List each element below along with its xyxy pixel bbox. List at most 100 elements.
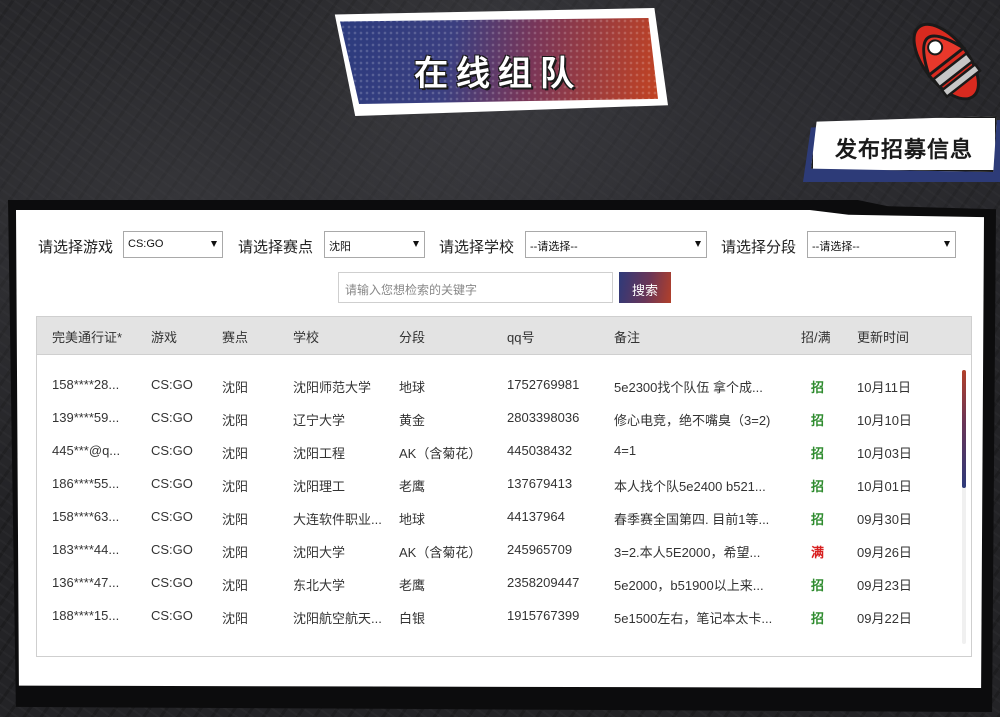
cell-pass: 445***@q... xyxy=(52,443,121,458)
cell-note: 本人找个队5e2400 b521... xyxy=(614,479,766,494)
cell-school: 辽宁大学 xyxy=(293,413,346,428)
cell-rank: AK（含菊花） xyxy=(399,545,482,560)
cell-rank: 地球 xyxy=(399,380,426,395)
cell-note: 4=1 xyxy=(614,443,637,458)
cell-status: 招 xyxy=(811,380,825,395)
chevron-down-icon xyxy=(211,241,217,247)
cell-pass: 158****28... xyxy=(52,377,120,392)
page-title-banner: 在线组队 xyxy=(328,8,668,118)
chevron-down-icon xyxy=(695,241,701,247)
cell-updated: 10月01日 xyxy=(857,479,912,494)
table-scrollbar-thumb[interactable] xyxy=(962,370,966,488)
column-header-qq: qq号 xyxy=(507,330,535,345)
cell-school: 沈阳工程 xyxy=(293,446,346,461)
cell-note: 5e2300找个队伍 拿个成... xyxy=(614,380,763,395)
cell-game: CS:GO xyxy=(151,443,193,458)
game-select[interactable]: CS:GO xyxy=(123,231,223,258)
cell-school: 沈阳师范大学 xyxy=(293,380,372,395)
cell-updated: 09月22日 xyxy=(857,611,912,626)
table-row[interactable]: 186****55... CS:GO 沈阳 沈阳理工 老鹰 137679413 … xyxy=(37,468,963,501)
cell-pass: 136****47... xyxy=(52,575,120,590)
column-header-rank: 分段 xyxy=(399,330,426,345)
column-header-venue: 赛点 xyxy=(222,330,249,345)
cell-status: 招 xyxy=(811,479,825,494)
cell-status: 招 xyxy=(811,413,825,428)
school-filter-label: 请选择学校 xyxy=(439,239,515,256)
rank-filter-label: 请选择分段 xyxy=(721,239,797,256)
game-filter-label: 请选择游戏 xyxy=(38,239,114,256)
chevron-down-icon xyxy=(413,241,419,247)
cell-note: 3=2.本人5E2000，希望... xyxy=(614,545,761,560)
cell-game: CS:GO xyxy=(151,608,193,623)
table-header: 完美通行证* 游戏 赛点 学校 分段 qq号 备注 招/满 更新时间 xyxy=(37,317,971,355)
cell-qq: 44137964 xyxy=(507,509,565,524)
cell-updated: 10月03日 xyxy=(857,446,912,461)
rocket-icon xyxy=(912,22,982,101)
table-row[interactable]: 158****63... CS:GO 沈阳 大连软件职业... 地球 44137… xyxy=(37,501,963,534)
school-select[interactable]: --请选择-- xyxy=(525,231,707,258)
cell-note: 春季赛全国第四. 目前1等... xyxy=(614,512,770,527)
cell-updated: 09月26日 xyxy=(857,545,912,560)
cell-venue: 沈阳 xyxy=(222,545,249,560)
column-header-updated: 更新时间 xyxy=(857,330,910,345)
cell-note: 5e1500左右，笔记本太卡... xyxy=(614,611,773,626)
cell-note: 5e2000，b51900以上来... xyxy=(614,578,764,593)
cell-updated: 10月11日 xyxy=(857,380,911,395)
cell-game: CS:GO xyxy=(151,509,193,524)
cell-rank: 黄金 xyxy=(399,413,426,428)
cell-venue: 沈阳 xyxy=(222,578,249,593)
cell-game: CS:GO xyxy=(151,542,193,557)
cell-venue: 沈阳 xyxy=(222,479,249,494)
cell-pass: 158****63... xyxy=(52,509,120,524)
team-table: 完美通行证* 游戏 赛点 学校 分段 qq号 备注 招/满 更新时间 158**… xyxy=(36,316,972,657)
venue-filter-label: 请选择赛点 xyxy=(238,239,314,256)
cell-rank: 老鹰 xyxy=(399,479,426,494)
table-row[interactable]: 139****59... CS:GO 沈阳 辽宁大学 黄金 2803398036… xyxy=(37,402,963,435)
column-header-pass: 完美通行证* xyxy=(52,330,123,345)
search-input[interactable]: 请输入您想检索的关键字 xyxy=(338,272,613,303)
cell-qq: 1752769981 xyxy=(507,377,580,392)
search-button[interactable]: 搜索 xyxy=(619,272,671,303)
publish-recruitment-button[interactable]: 发布招募信息 xyxy=(803,116,1000,182)
table-row[interactable]: 183****44... CS:GO 沈阳 沈阳大学 AK（含菊花） 24596… xyxy=(37,534,963,567)
cell-venue: 沈阳 xyxy=(222,611,249,626)
cell-rank: 老鹰 xyxy=(399,578,426,593)
cell-venue: 沈阳 xyxy=(222,380,249,395)
column-header-note: 备注 xyxy=(614,330,641,345)
cell-rank: AK（含菊花） xyxy=(399,446,482,461)
cell-school: 沈阳大学 xyxy=(293,545,346,560)
cell-qq: 445038432 xyxy=(507,443,573,458)
cell-updated: 09月23日 xyxy=(857,578,912,593)
table-row[interactable]: 188****15... CS:GO 沈阳 沈阳航空航天... 白银 19157… xyxy=(37,600,963,633)
cell-venue: 沈阳 xyxy=(222,446,249,461)
cell-status: 招 xyxy=(811,446,825,461)
cell-game: CS:GO xyxy=(151,575,193,590)
cell-pass: 186****55... xyxy=(52,476,120,491)
cell-qq: 2358209447 xyxy=(507,575,580,590)
table-row[interactable]: 136****47... CS:GO 沈阳 东北大学 老鹰 2358209447… xyxy=(37,567,963,600)
cell-game: CS:GO xyxy=(151,377,193,392)
cell-school: 沈阳理工 xyxy=(293,479,346,494)
cell-rank: 白银 xyxy=(399,611,426,626)
table-row[interactable]: 158****28... CS:GO 沈阳 沈阳师范大学 地球 17527699… xyxy=(37,369,963,402)
cell-venue: 沈阳 xyxy=(222,413,249,428)
cell-school: 大连软件职业... xyxy=(293,512,382,527)
cell-qq: 137679413 xyxy=(507,476,573,491)
cell-pass: 183****44... xyxy=(52,542,120,557)
rank-select-value: --请选择-- xyxy=(812,241,860,253)
school-select-value: --请选择-- xyxy=(530,241,578,253)
cell-status: 招 xyxy=(811,512,825,527)
game-select-value: CS:GO xyxy=(128,238,164,250)
column-header-school: 学校 xyxy=(293,330,320,345)
cell-rank: 地球 xyxy=(399,512,426,527)
venue-select-value: 沈阳 xyxy=(329,241,351,253)
venue-select[interactable]: 沈阳 xyxy=(324,231,425,258)
cell-game: CS:GO xyxy=(151,410,193,425)
cell-status: 招 xyxy=(811,611,825,626)
table-row[interactable]: 445***@q... CS:GO 沈阳 沈阳工程 AK（含菊花） 445038… xyxy=(37,435,963,468)
cell-pass: 139****59... xyxy=(52,410,120,425)
rank-select[interactable]: --请选择-- xyxy=(807,231,956,258)
cell-venue: 沈阳 xyxy=(222,512,249,527)
publish-button-label: 发布招募信息 xyxy=(834,137,973,162)
cell-updated: 09月30日 xyxy=(857,512,912,527)
